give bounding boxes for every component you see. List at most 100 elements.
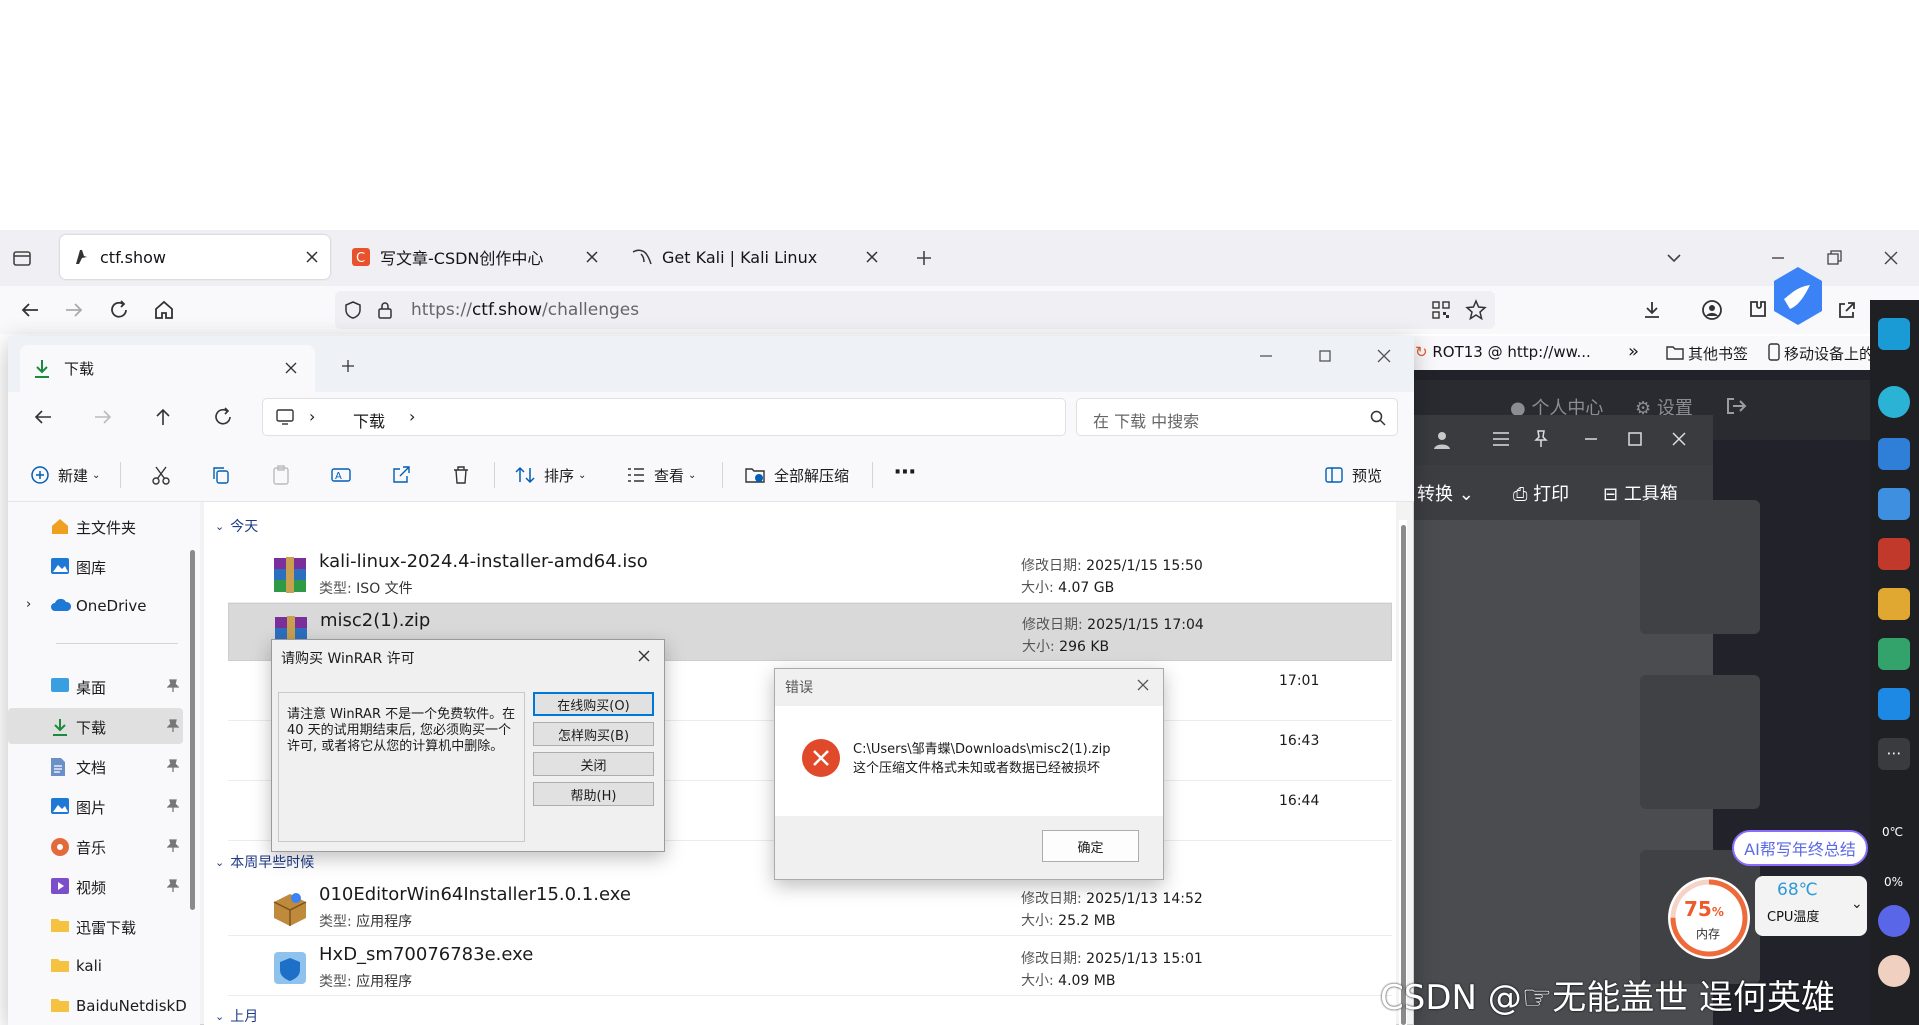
close-tab-icon[interactable] (302, 247, 322, 267)
cpu-temp-widget[interactable]: 68℃ CPU温度 ⌄ (1755, 876, 1867, 936)
how-to-buy-button[interactable]: 怎样购买(B) (533, 722, 654, 746)
pin-icon[interactable] (167, 679, 179, 693)
delete-icon[interactable] (450, 464, 472, 486)
file-row[interactable]: 010EditorWin64Installer15.0.1.exe 类型: 应用… (228, 878, 1392, 936)
chevron-right-icon[interactable]: › (309, 407, 315, 426)
bookmark-star-icon[interactable] (1465, 299, 1487, 321)
buy-online-button[interactable]: 在线购买(O) (533, 692, 654, 716)
close-icon[interactable] (1135, 677, 1151, 693)
nav-item-baidunetdisk[interactable]: BaiduNetdiskD (8, 988, 187, 1024)
memory-gauge[interactable]: 75% 内存 (1668, 877, 1750, 959)
maximize-window-icon[interactable] (1315, 346, 1335, 366)
chevron-right-icon[interactable]: › (409, 407, 415, 426)
nav-item-xunlei[interactable]: 迅雷下载 (8, 908, 183, 944)
convert-button[interactable]: 转换 ⌄ (1417, 480, 1474, 506)
nav-item-home[interactable]: 主文件夹 (8, 508, 183, 544)
browser-tab-kali[interactable]: Get Kali | Kali Linux (620, 235, 890, 279)
downloads-icon[interactable] (1640, 298, 1664, 322)
menu-icon[interactable] (1491, 429, 1511, 449)
browser-tab-csdn[interactable]: C 写文章-CSDN创作中心 (340, 235, 610, 279)
new-tab-icon[interactable] (338, 356, 358, 376)
minimize-icon[interactable] (1581, 429, 1601, 449)
share-icon[interactable] (390, 464, 412, 486)
account-icon[interactable] (1700, 298, 1724, 322)
monitor-icon[interactable] (1878, 318, 1910, 350)
print-button[interactable]: ⎙ 打印 (1513, 480, 1569, 506)
group-header-this-week[interactable]: ⌄ 本周早些时候 (215, 852, 314, 872)
refresh-icon[interactable] (212, 406, 234, 428)
group-header-last-month[interactable]: ⌄ 上月 (215, 1006, 258, 1025)
search-input[interactable]: 在 下载 中搜索 (1076, 398, 1398, 436)
extract-all-button[interactable]: 全部解压缩 (744, 448, 849, 502)
nav-scrollbar[interactable] (190, 550, 195, 910)
copy-icon[interactable] (210, 464, 232, 486)
qrcode-icon[interactable] (1431, 300, 1451, 320)
chevron-down-icon[interactable]: ⌄ (1851, 896, 1863, 912)
breadcrumb[interactable]: › 下载 › (262, 398, 1066, 436)
preview-button[interactable]: 预览 (1324, 448, 1382, 502)
hexagon-app-icon[interactable] (1878, 905, 1910, 937)
nav-item-onedrive[interactable]: › OneDrive (8, 588, 183, 624)
bookmark-other[interactable]: 其他书签 (1688, 343, 1748, 364)
nav-item-music[interactable]: 音乐 (8, 828, 183, 864)
sort-button[interactable]: 排序 ⌄ (514, 448, 586, 502)
help-button[interactable]: 帮助(H) (533, 782, 654, 806)
nav-item-downloads[interactable]: 下载 (8, 708, 183, 744)
new-button[interactable]: 新建 ⌄ (30, 448, 100, 502)
close-icon[interactable] (636, 648, 652, 664)
pin-icon[interactable] (167, 839, 179, 853)
breadcrumb-item[interactable]: 下载 (353, 408, 385, 432)
share-icon[interactable] (1835, 298, 1859, 322)
more-apps-icon[interactable]: ⋯ (1878, 738, 1910, 770)
close-icon[interactable] (1669, 429, 1689, 449)
search-icon[interactable] (1369, 409, 1387, 427)
video-app-icon[interactable] (1878, 688, 1910, 720)
pin-icon[interactable] (167, 879, 179, 893)
rename-icon[interactable]: A (330, 464, 352, 486)
nav-item-pictures[interactable]: 图片 (8, 788, 183, 824)
document-app-icon[interactable] (1878, 488, 1910, 520)
close-tab-icon[interactable] (282, 359, 300, 377)
reload-icon[interactable] (107, 298, 131, 322)
close-window-icon[interactable] (1881, 248, 1901, 268)
new-tab-icon[interactable] (914, 248, 934, 268)
close-window-icon[interactable] (1374, 346, 1394, 366)
file-row[interactable]: HxD_sm70076783e.exe 类型: 应用程序 修改日期: 2025/… (228, 938, 1392, 996)
forward-arrow-icon[interactable] (92, 406, 114, 428)
back-arrow-icon[interactable] (32, 406, 54, 428)
explorer-tab-downloads[interactable]: 下载 (20, 345, 315, 393)
ok-button[interactable]: 确定 (1042, 830, 1139, 862)
user-icon[interactable] (1431, 429, 1453, 451)
home-icon[interactable] (152, 298, 176, 322)
maximize-icon[interactable] (1625, 429, 1645, 449)
folder-app-icon[interactable] (1878, 588, 1910, 620)
chevron-right-icon[interactable]: › (26, 597, 31, 612)
person-icon[interactable] (1878, 386, 1910, 418)
computer-icon[interactable] (275, 408, 295, 426)
close-tab-icon[interactable] (582, 247, 602, 267)
avatar[interactable] (1878, 955, 1910, 987)
up-arrow-icon[interactable] (152, 406, 174, 428)
bookmark-mobile[interactable]: 移动设备上的 (1784, 343, 1874, 364)
view-button[interactable]: 查看 ⌄ (626, 448, 696, 502)
close-button[interactable]: 关闭 (533, 752, 654, 776)
browser-tab-ctfshow[interactable]: ctf.show (60, 235, 330, 279)
close-tab-icon[interactable] (862, 247, 882, 267)
logout-icon[interactable] (1725, 396, 1747, 416)
more-bookmarks-icon[interactable]: » (1628, 341, 1639, 362)
shield-icon[interactable] (343, 300, 363, 320)
pin-icon[interactable] (1531, 429, 1551, 449)
floating-assistant-icon[interactable] (1770, 265, 1826, 335)
nav-item-videos[interactable]: 视频 (8, 868, 183, 904)
paste-icon[interactable] (270, 464, 292, 486)
scrollbar-thumb[interactable] (1401, 525, 1406, 1025)
pin-icon[interactable] (167, 719, 179, 733)
nav-item-kali[interactable]: kali (8, 948, 183, 984)
back-arrow-icon[interactable] (18, 298, 42, 322)
pin-icon[interactable] (167, 759, 179, 773)
restore-window-icon[interactable] (1824, 248, 1844, 268)
minimize-window-icon[interactable] (1256, 346, 1276, 366)
forward-arrow-icon[interactable] (62, 298, 86, 322)
share-app-icon[interactable] (1878, 438, 1910, 470)
winrar-app-icon[interactable] (1878, 538, 1910, 570)
